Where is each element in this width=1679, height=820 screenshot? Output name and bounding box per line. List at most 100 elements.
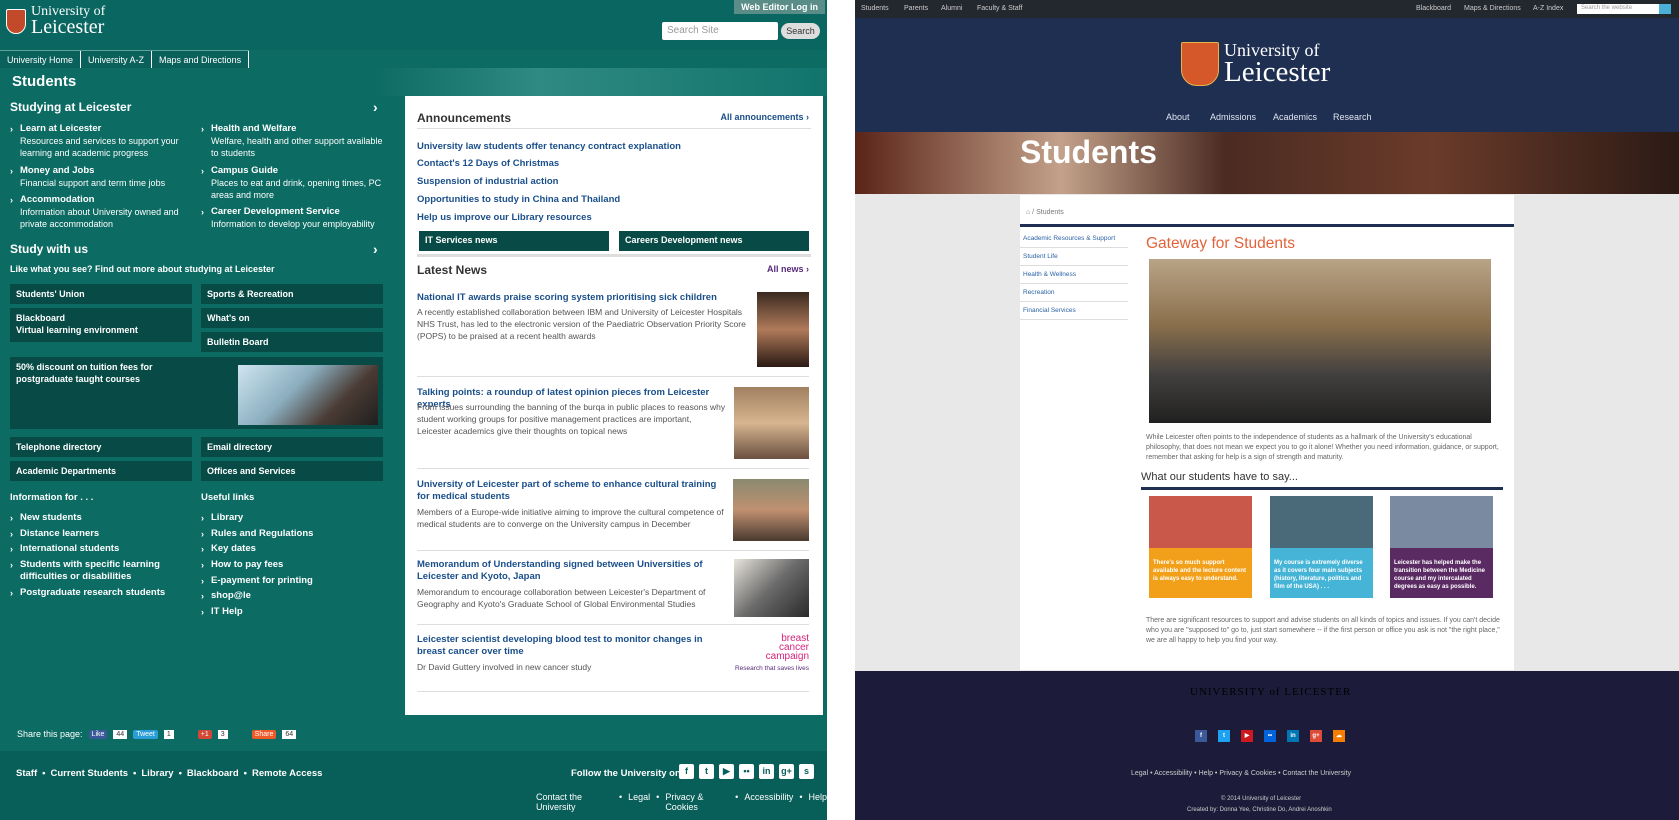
nav-research[interactable]: Research (1333, 112, 1372, 122)
util-students[interactable]: Students (861, 5, 889, 12)
box-sports[interactable]: Sports & Recreation (201, 284, 383, 304)
news-article[interactable]: Memorandum of Understanding signed betwe… (417, 559, 809, 625)
twitter-icon[interactable]: t (699, 764, 714, 779)
link-campus[interactable]: › Campus Guide Places to eat and drink, op… (201, 165, 386, 201)
nav-maps-directions[interactable]: Maps and Directions (152, 51, 250, 68)
link-money[interactable]: › Money and Jobs Financial support and ter… (10, 165, 190, 189)
youtube-icon[interactable]: ▶ (1241, 730, 1253, 742)
info-international[interactable]: › International students (10, 543, 195, 555)
announcement-item[interactable]: University law students offer tenancy co… (417, 141, 681, 152)
util-faculty-staff[interactable]: Faculty & Staff (977, 5, 1022, 12)
footer-library[interactable]: Library (141, 768, 173, 779)
announcement-item[interactable]: Help us improve our Library resources (417, 212, 592, 223)
news-article[interactable]: National IT awards praise scoring system… (417, 292, 809, 377)
soundcloud-icon[interactable]: ☁ (1333, 730, 1345, 742)
util-parents[interactable]: Parents (904, 5, 928, 12)
googleplus-icon[interactable]: g+ (779, 764, 794, 779)
util-blackboard[interactable]: Blackboard (1416, 5, 1451, 12)
useful-pay-fees[interactable]: › How to pay fees (201, 559, 386, 571)
link-health[interactable]: › Health and Welfare Welfare, health and o… (201, 123, 386, 159)
facebook-icon[interactable]: f (679, 764, 694, 779)
news-article[interactable]: Talking points: a roundup of latest opin… (417, 387, 809, 469)
twitter-icon[interactable]: t (1218, 730, 1230, 742)
all-announcements-link[interactable]: All announcements › (720, 112, 809, 122)
link-learn[interactable]: › Learn at Leicester Resources and service… (10, 123, 190, 159)
studying-heading[interactable]: Studying at Leicester (10, 100, 131, 114)
link-career[interactable]: › Career Development Service Information t… (201, 206, 386, 230)
box-blackboard[interactable]: Blackboard Virtual learning environment (10, 308, 192, 342)
util-az-index[interactable]: A-Z Index (1533, 5, 1563, 12)
share-button[interactable]: Share (251, 729, 277, 739)
box-telephone[interactable]: Telephone directory (10, 437, 192, 457)
nav-about[interactable]: About (1166, 112, 1190, 122)
study-with-us-heading[interactable]: Study with us (10, 242, 88, 256)
googleplus-icon[interactable]: g+ (1310, 730, 1322, 742)
all-news-link[interactable]: All news › (767, 264, 809, 274)
info-distance[interactable]: › Distance learners (10, 528, 195, 540)
nav-university-home[interactable]: University Home (0, 51, 82, 68)
box-email[interactable]: Email directory (201, 437, 383, 457)
news-article[interactable]: University of Leicester part of scheme t… (417, 479, 809, 551)
youtube-icon[interactable]: ▶ (719, 764, 734, 779)
web-editor-login-link[interactable]: Web Editor Log in (734, 0, 825, 14)
footer-contact[interactable]: Contact the University (536, 792, 613, 812)
nav-admissions[interactable]: Admissions (1210, 112, 1256, 122)
box-offices[interactable]: Offices and Services (201, 461, 383, 481)
footer-blackboard[interactable]: Blackboard (187, 768, 239, 779)
careers-news-button[interactable]: Careers Development news (619, 231, 809, 251)
university-logo[interactable]: University of Leicester (6, 5, 105, 37)
news-article[interactable]: Leicester scientist developing blood tes… (417, 634, 809, 692)
search-input[interactable]: Search Site (662, 22, 778, 40)
linkedin-icon[interactable]: in (759, 764, 774, 779)
side-item[interactable]: Student Life (1020, 248, 1128, 266)
it-services-news-button[interactable]: IT Services news (419, 231, 609, 251)
facebook-like-button[interactable]: Like (88, 729, 108, 739)
footer-accessibility[interactable]: Accessibility (744, 792, 793, 812)
footer-remote-access[interactable]: Remote Access (252, 768, 322, 779)
gplus-button[interactable]: +1 (197, 729, 212, 739)
side-item[interactable]: Financial Services (1020, 302, 1128, 320)
info-learning-difficulties[interactable]: › Students with specific learning difficu… (10, 559, 195, 583)
box-academic-departments[interactable]: Academic Departments (10, 461, 192, 481)
site-search-input[interactable]: Search the website (1577, 4, 1659, 14)
nav-university-az[interactable]: University A-Z (81, 51, 153, 68)
flickr-icon[interactable]: •• (1264, 730, 1276, 742)
linkedin-icon[interactable]: in (1287, 730, 1299, 742)
testimonial-card[interactable]: There's so much support available and th… (1149, 496, 1252, 598)
info-new-students[interactable]: › New students (10, 512, 195, 524)
box-whats-on[interactable]: What's on (201, 308, 383, 328)
useful-rules[interactable]: › Rules and Regulations (201, 528, 386, 540)
link-accommodation[interactable]: › Accommodation Information about Universi… (10, 194, 190, 230)
side-item[interactable]: Recreation (1020, 284, 1128, 302)
announcement-item[interactable]: Suspension of industrial action (417, 176, 558, 187)
tweet-button[interactable]: Tweet (133, 729, 158, 739)
box-bulletin[interactable]: Bulletin Board (201, 332, 383, 352)
footer-privacy[interactable]: Privacy & Cookies (665, 792, 729, 812)
util-maps[interactable]: Maps & Directions (1464, 5, 1521, 12)
useful-epayment[interactable]: › E-payment for printing (201, 575, 386, 587)
storify-icon[interactable]: s (799, 764, 814, 779)
promo-box[interactable]: 50% discount on tuition fees for postgra… (10, 357, 383, 429)
footer-legal[interactable]: Legal (628, 792, 650, 812)
search-icon[interactable] (1659, 4, 1671, 14)
util-alumni[interactable]: Alumni (941, 5, 962, 12)
testimonial-card[interactable]: My course is extremely diverse as it cov… (1270, 496, 1373, 598)
footer-help[interactable]: Help (808, 792, 827, 812)
useful-key-dates[interactable]: › Key dates (201, 543, 386, 555)
useful-shop[interactable]: › shop@le (201, 590, 386, 602)
useful-it-help[interactable]: › IT Help (201, 606, 386, 618)
facebook-icon[interactable]: f (1195, 730, 1207, 742)
flickr-icon[interactable]: •• (739, 764, 754, 779)
side-item[interactable]: Academic Resources & Support (1020, 230, 1128, 248)
footer-current-students[interactable]: Current Students (50, 768, 128, 779)
nav-academics[interactable]: Academics (1273, 112, 1317, 122)
info-postgraduate[interactable]: › Postgraduate research students (10, 587, 195, 599)
home-icon[interactable]: ⌂ (1026, 209, 1030, 216)
announcement-item[interactable]: Contact's 12 Days of Christmas (417, 158, 559, 169)
chevron-right-icon[interactable]: › (373, 241, 378, 257)
chevron-right-icon[interactable]: › (373, 99, 378, 115)
testimonial-card[interactable]: Leicester has helped make the transition… (1390, 496, 1493, 598)
box-students-union[interactable]: Students' Union (10, 284, 192, 304)
side-item[interactable]: Health & Wellness (1020, 266, 1128, 284)
announcement-item[interactable]: Opportunities to study in China and Thai… (417, 194, 620, 205)
